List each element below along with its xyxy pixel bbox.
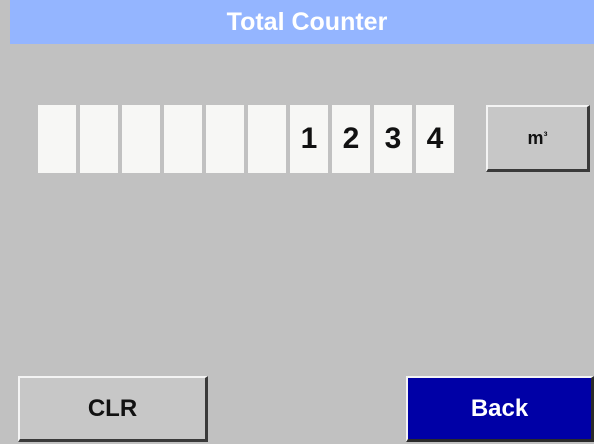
unit-base: m: [527, 127, 544, 148]
counter-digit: [164, 105, 202, 173]
counter-digit: [206, 105, 244, 173]
counter-digit: [248, 105, 286, 173]
page-title: Total Counter: [226, 7, 388, 36]
unit-exponent: ³: [543, 129, 548, 143]
counter-digit: 4: [416, 105, 454, 173]
counter-digit: [80, 105, 118, 173]
title-bar: Total Counter: [10, 0, 594, 44]
counter-digit: [38, 105, 76, 173]
unit-button[interactable]: m³: [486, 105, 590, 172]
counter-digit: [122, 105, 160, 173]
clr-button-label: CLR: [87, 394, 138, 422]
back-button[interactable]: Back: [406, 376, 594, 442]
counter-digit: 2: [332, 105, 370, 173]
counter-digit: 1: [290, 105, 328, 173]
counter-digit: 3: [374, 105, 412, 173]
back-button-label: Back: [470, 394, 529, 422]
counter-display: 1 2 3 4: [38, 105, 454, 173]
clr-button[interactable]: CLR: [18, 376, 208, 442]
